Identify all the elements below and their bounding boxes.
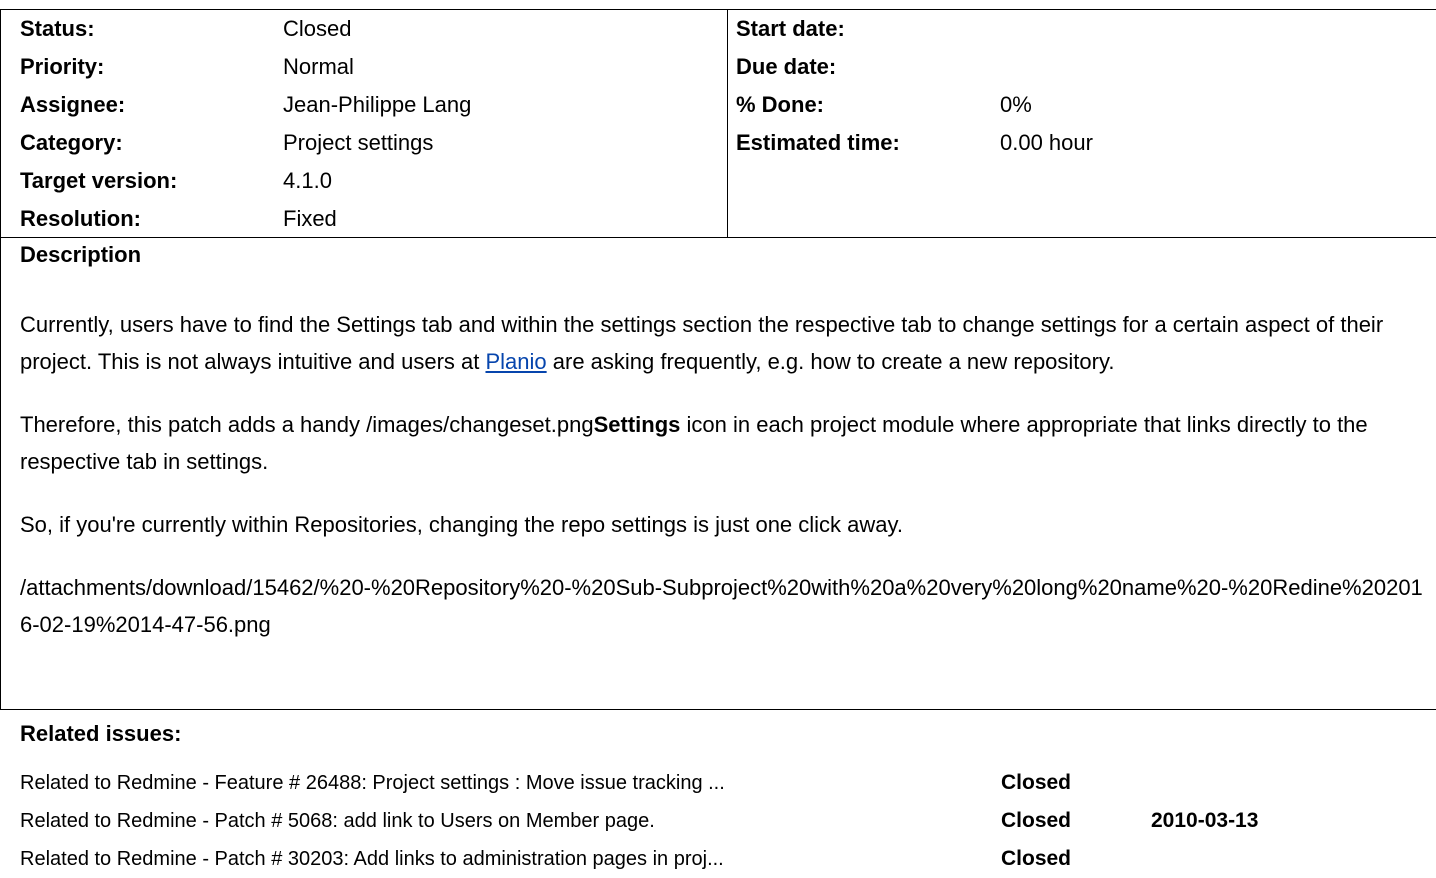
description-paragraph: Currently, users have to find the Settin… (20, 306, 1430, 380)
attr-value: 0.00 hour (1000, 130, 1093, 155)
settings-bold-text: Settings (593, 412, 681, 437)
related-issue-row: Related to Redmine - Patch # 5068: add l… (0, 802, 1436, 840)
attr-estimated-time: Estimated time: 0.00 hour (728, 124, 1436, 162)
description-body: Currently, users have to find the Settin… (20, 306, 1430, 669)
attr-value[interactable]: 4.1.0 (283, 162, 332, 200)
attr-value: Normal (283, 54, 354, 79)
attr-label: % Done: (736, 92, 824, 117)
attr-status: Status: Closed (0, 10, 727, 48)
attr-assignee: Assignee: Jean-Philippe Lang (0, 86, 727, 124)
attr-label: Status: (20, 16, 95, 41)
description-text: are asking frequently, e.g. how to creat… (546, 349, 1115, 374)
related-issue-subject[interactable]: Related to Redmine - Patch # 30203: Add … (20, 840, 724, 878)
attr-value: Project settings (283, 130, 434, 155)
related-issue-row: Related to Redmine - Feature # 26488: Pr… (0, 764, 1436, 802)
description-heading: Description (20, 242, 142, 267)
attr-done-ratio: % Done: 0% (728, 86, 1436, 124)
related-issues-heading: Related issues: (20, 721, 182, 746)
attr-due-date: Due date: (728, 48, 1436, 86)
related-divider (0, 709, 1436, 710)
attr-value[interactable]: Jean-Philippe Lang (283, 86, 471, 124)
attr-label: Due date: (736, 54, 837, 79)
attr-resolution: Resolution: Fixed (0, 200, 727, 238)
attr-category: Category: Project settings (0, 124, 727, 162)
description-text: Therefore, this patch adds a handy /imag… (20, 412, 594, 437)
attr-value: Closed (283, 16, 352, 41)
attr-target-version: Target version: 4.1.0 (0, 162, 727, 200)
attributes-table: Status: Closed Priority: Normal Assignee… (0, 9, 1436, 238)
issue-details: Status: Closed Priority: Normal Assignee… (0, 0, 1436, 872)
attr-label: Resolution: (20, 206, 141, 231)
related-issue-status: Closed (1001, 809, 1072, 832)
attr-label: Estimated time: (736, 130, 900, 155)
related-issue-subject[interactable]: Related to Redmine - Patch # 5068: add l… (20, 802, 655, 840)
description-paragraph: So, if you're currently within Repositor… (20, 512, 903, 537)
attr-label: Category: (20, 130, 123, 155)
related-issue-row: Related to Redmine - Patch # 30203: Add … (0, 840, 1436, 878)
attachment-path-text: /attachments/download/15462/%20-%20Repos… (20, 575, 1423, 637)
attr-priority: Priority: Normal (0, 48, 727, 86)
description-paragraph: Therefore, this patch adds a handy /imag… (20, 406, 1430, 480)
attr-value: Fixed (283, 206, 337, 231)
attr-start-date: Start date: (728, 10, 1436, 48)
planio-link[interactable]: Planio (485, 349, 546, 374)
related-issue-status: Closed (1001, 771, 1072, 794)
attr-label: Target version: (20, 168, 178, 193)
related-issue-subject[interactable]: Related to Redmine - Feature # 26488: Pr… (20, 764, 725, 802)
attr-label: Start date: (736, 16, 845, 41)
attr-value: 0% (1000, 92, 1032, 117)
attr-label: Priority: (20, 54, 105, 79)
related-issue-status: Closed (1001, 847, 1072, 870)
attr-label: Assignee: (20, 92, 126, 117)
related-issue-date: 2010-03-13 (1151, 809, 1259, 832)
